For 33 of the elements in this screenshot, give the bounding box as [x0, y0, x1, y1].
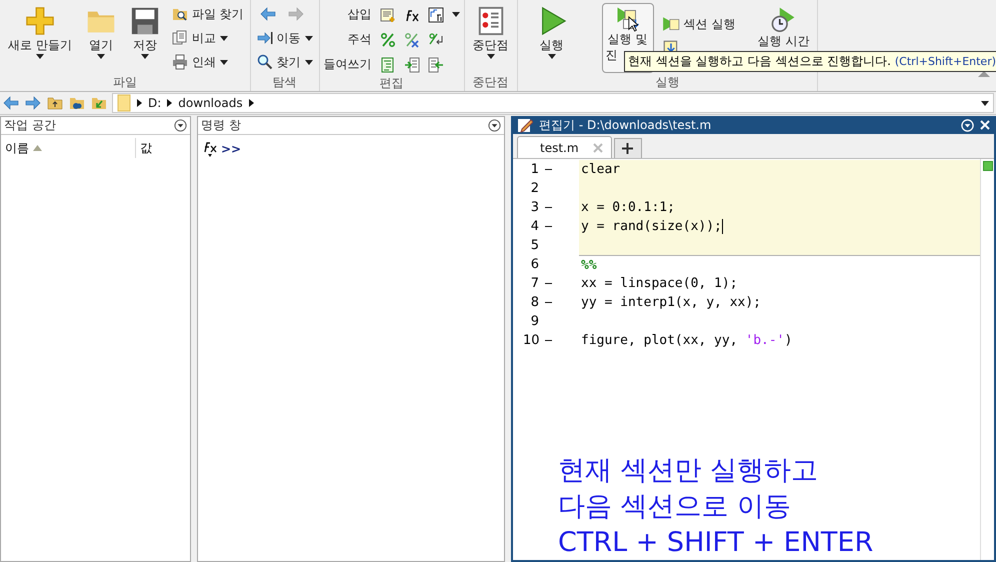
group-label: 탐색 [272, 75, 297, 91]
code-line: xx = linspace(0, 1); [581, 276, 738, 291]
code-line: clear [581, 162, 620, 177]
code-line: %% [581, 258, 597, 272]
line-number: 4 [530, 219, 539, 234]
code-line: x = 0:0.1:1; [581, 200, 675, 215]
row-label: 들여쓰기 [324, 56, 372, 73]
line-number: 2 [530, 181, 539, 196]
group-label: 실행 [655, 75, 680, 91]
caption-text: CTRL + SHIFT + ENTER [558, 526, 874, 560]
command-prompt: >> [221, 142, 242, 156]
line-number: 9 [530, 314, 539, 329]
panel-title: 작업 공간 [4, 117, 56, 134]
line-number: 5 [530, 238, 539, 253]
code-line: y = rand(size(x)); [581, 219, 722, 234]
group-label: 파일 [112, 75, 137, 91]
panel-title: 명령 창 [201, 117, 241, 134]
line-number: 3 [530, 200, 539, 215]
line-number: 8 [530, 295, 539, 310]
row-label: 삽입 [348, 6, 372, 23]
line-number: 7 [530, 276, 539, 291]
row-label: 주석 [348, 31, 372, 48]
code-line: yy = interp1(x, y, xx); [581, 295, 762, 310]
line-number: 10 [523, 333, 539, 348]
caption-text: 현재 섹션만 실행하고 [558, 454, 820, 488]
editor-title: 편집기 - D:\downloads\test.m [539, 116, 712, 134]
group-label: 편집 [380, 76, 404, 91]
shortcut-text: (Ctrl+Shift+Enter) [894, 55, 996, 68]
line-number: 1 [530, 162, 539, 177]
line-number: 6 [530, 257, 539, 272]
caption-text: 다음 섹션으로 이동 [558, 490, 792, 524]
code-line: figure, plot(xx, yy, 'b.-') [581, 333, 792, 348]
group-label: 중단점 [472, 75, 509, 91]
